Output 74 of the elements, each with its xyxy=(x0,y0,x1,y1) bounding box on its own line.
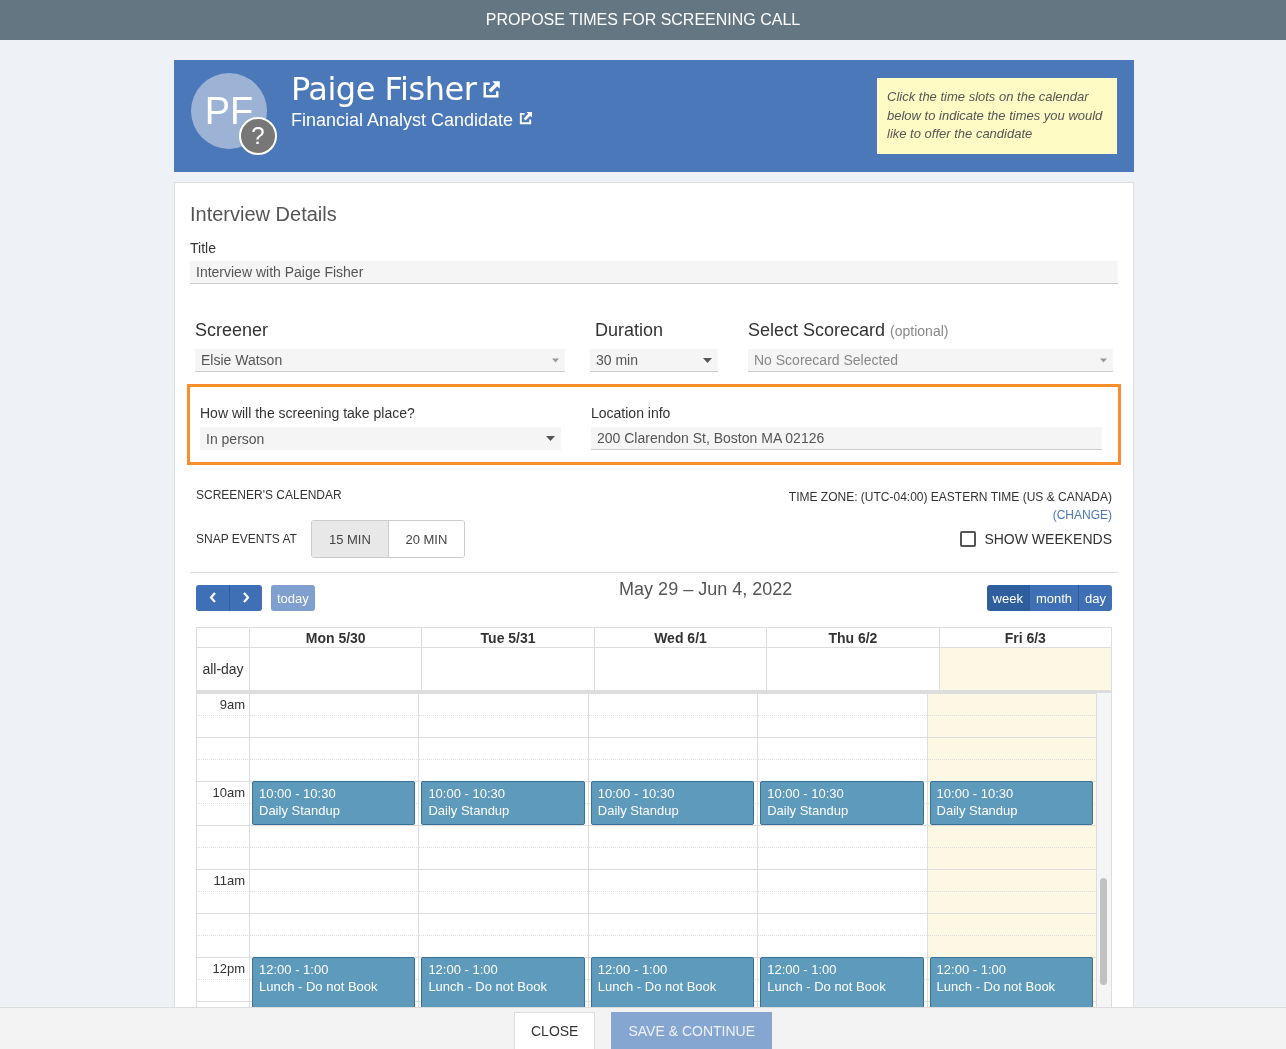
scrollbar[interactable] xyxy=(1096,693,1111,1008)
hint-note: Click the time slots on the calendar below to indicate the times you would like to offer the candidate xyxy=(877,78,1117,154)
all-day-slot[interactable] xyxy=(938,648,1111,690)
timezone-label: TIME ZONE: (UTC-04:00) EASTERN TIME (US & CANADA) xyxy=(788,489,1112,506)
date-range-title: May 29 – Jun 4, 2022 xyxy=(619,579,793,600)
time-slot-cell[interactable] xyxy=(249,869,419,957)
optional-note: (optional) xyxy=(890,323,949,339)
all-day-label: all-day xyxy=(202,661,244,677)
calendar-event[interactable]: 10:00 - 10:30 Daily Standup xyxy=(421,781,585,825)
field-label: Location info xyxy=(591,405,672,421)
screener-select[interactable]: Elsie Watson xyxy=(195,349,565,372)
candidate-role[interactable]: Financial Analyst Candidate xyxy=(291,110,514,130)
calendar-event[interactable]: 10:00 - 10:30 Daily Standup xyxy=(252,781,416,825)
field-label: How will the screening take place? xyxy=(200,405,416,421)
caret-icon xyxy=(552,357,559,363)
day-header: Tue 5/31 xyxy=(480,629,536,646)
today-button[interactable]: today xyxy=(271,585,315,611)
chevron-right-icon xyxy=(242,591,250,603)
snap-label: SNAP EVENTS AT xyxy=(196,532,297,546)
hour-label: 12pm xyxy=(212,961,245,976)
time-slot-cell[interactable] xyxy=(587,869,758,957)
day-header: Wed 6/1 xyxy=(654,629,707,646)
checkbox-label: SHOW WEEKENDS xyxy=(984,531,1112,547)
caret-icon xyxy=(1100,357,1107,363)
view-button[interactable]: week xyxy=(986,585,1029,611)
window-title: PROPOSE TIMES FOR SCREENING CALL xyxy=(485,11,801,29)
time-slot-cell[interactable] xyxy=(418,869,588,957)
checkbox[interactable] xyxy=(960,531,977,547)
title-field[interactable]: Interview with Paige Fisher xyxy=(190,261,1118,284)
section-label: SCREENER'S CALENDAR xyxy=(196,488,342,502)
field-label: Duration xyxy=(594,320,665,341)
view-button[interactable]: month xyxy=(1028,585,1079,611)
avatar-badge: ? xyxy=(239,117,277,155)
time-slot-cell[interactable] xyxy=(587,693,758,781)
calendar-event[interactable]: 10:00 - 10:30 Daily Standup xyxy=(760,781,924,825)
time-slot-cell[interactable] xyxy=(418,693,588,781)
time-slot-cell[interactable] xyxy=(757,693,927,781)
hour-label: 11am xyxy=(213,873,245,888)
caret-icon xyxy=(546,436,555,441)
field-label: Select Scorecard xyxy=(748,320,886,340)
day-header: Thu 6/2 xyxy=(828,629,878,646)
time-slot-cell[interactable]: 10:00 - 10:30 Daily Standup xyxy=(926,781,1096,869)
field-label: Screener xyxy=(195,320,270,341)
time-slot-cell[interactable]: 10:00 - 10:30 Daily Standup xyxy=(418,781,588,869)
calendar-event[interactable]: 10:00 - 10:30 Daily Standup xyxy=(929,781,1093,825)
time-slot-cell[interactable]: 10:00 - 10:30 Daily Standup xyxy=(249,781,419,869)
section-heading: Interview Details xyxy=(190,203,338,226)
hour-label: 10am xyxy=(212,785,245,800)
external-link-icon[interactable] xyxy=(518,111,534,126)
candidate-name[interactable]: Paige Fisher xyxy=(291,70,477,108)
field-label: Title xyxy=(190,240,217,256)
close-button[interactable]: CLOSE xyxy=(514,1012,596,1049)
calendar-event[interactable]: 10:00 - 10:30 Daily Standup xyxy=(590,781,755,825)
time-slot-cell[interactable] xyxy=(757,869,927,957)
snap-option[interactable]: 15 MIN xyxy=(311,521,388,557)
time-slot-cell[interactable] xyxy=(926,693,1096,781)
time-slot-cell[interactable]: 10:00 - 10:30 Daily Standup xyxy=(587,781,758,869)
time-slot-cell[interactable]: 10:00 - 10:30 Daily Standup xyxy=(757,781,927,869)
snap-option[interactable]: 20 MIN xyxy=(387,521,464,557)
next-button[interactable] xyxy=(229,585,262,611)
time-slot-cell[interactable] xyxy=(926,869,1096,957)
duration-select[interactable]: 30 min xyxy=(590,349,718,372)
hour-label: 9am xyxy=(219,697,245,712)
scorecard-select[interactable]: No Scorecard Selected xyxy=(748,349,1113,372)
day-header: Mon 5/30 xyxy=(305,629,366,646)
day-header: Fri 6/3 xyxy=(1004,629,1046,646)
view-button[interactable]: day xyxy=(1078,585,1112,611)
chevron-left-icon xyxy=(208,591,217,603)
time-slot-cell[interactable] xyxy=(249,693,419,781)
change-link[interactable]: (CHANGE) xyxy=(1052,508,1112,522)
method-select[interactable]: In person xyxy=(200,427,561,450)
caret-icon xyxy=(703,357,712,363)
location-field[interactable]: 200 Clarendon St, Boston MA 02126 xyxy=(591,427,1102,450)
previous-button[interactable] xyxy=(196,585,229,611)
